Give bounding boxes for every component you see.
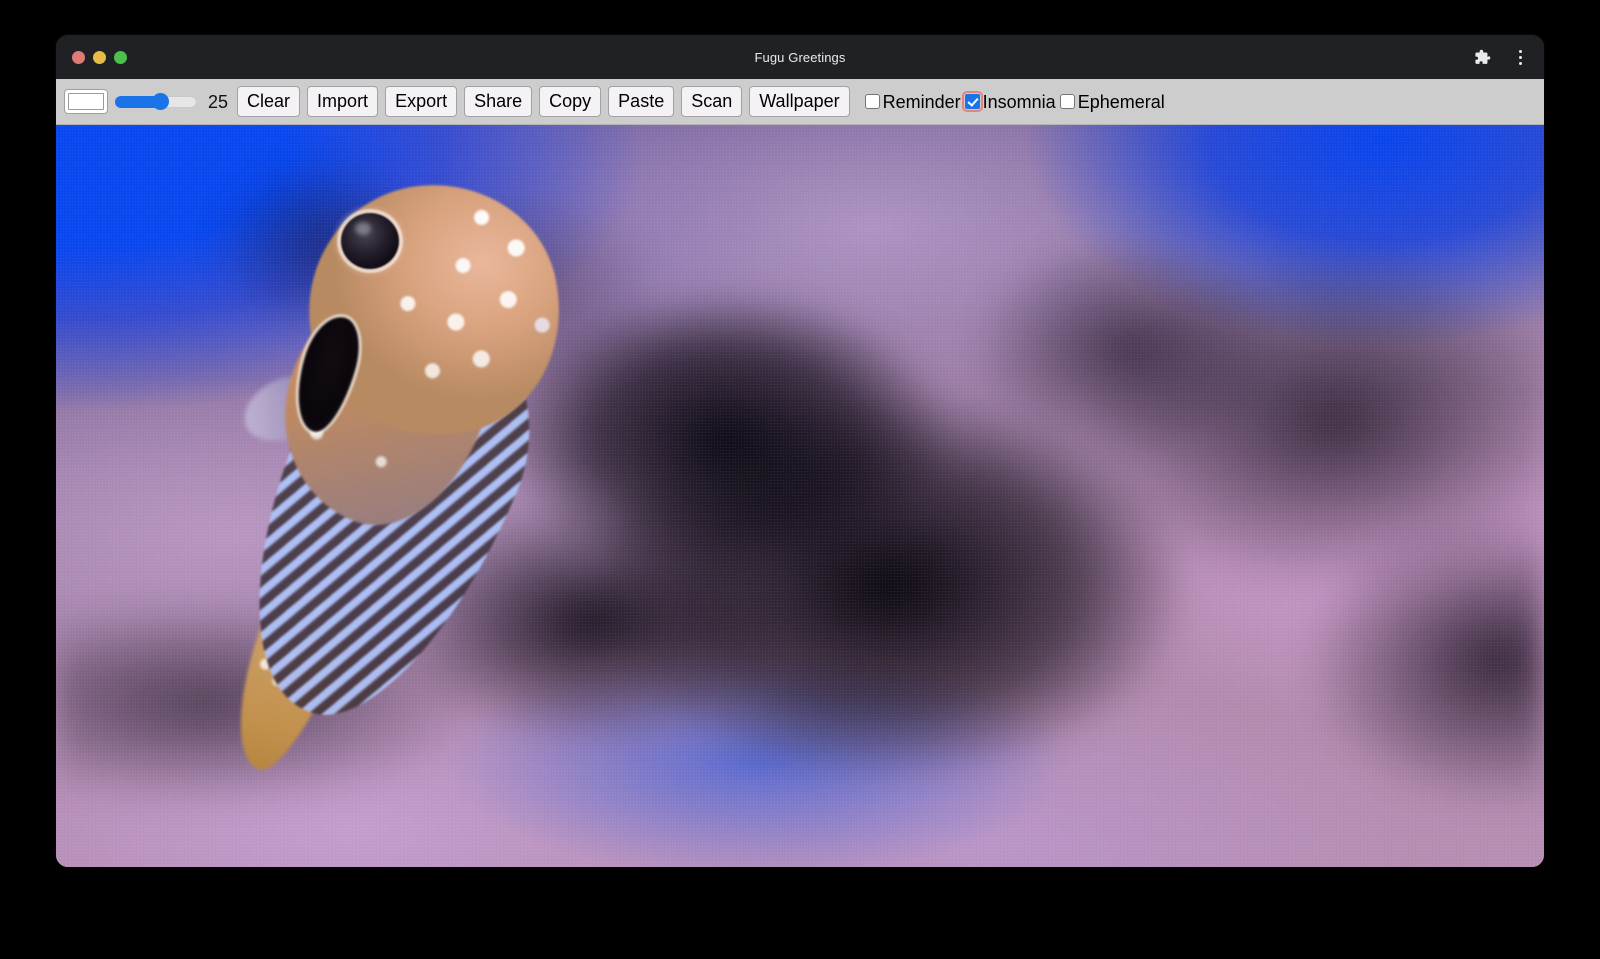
slider-value-label: 25 xyxy=(204,93,230,111)
insomnia-label: Insomnia xyxy=(983,93,1056,111)
line-width-slider[interactable] xyxy=(115,92,197,112)
checkbox-reminder[interactable]: Reminder xyxy=(865,93,961,111)
pufferfish-subject xyxy=(231,185,591,785)
paste-button[interactable]: Paste xyxy=(608,86,674,117)
close-window-button[interactable] xyxy=(72,51,85,64)
checkbox-insomnia[interactable]: Insomnia xyxy=(965,93,1056,111)
browser-window: Fugu Greetings xyxy=(56,35,1544,867)
wallpaper-button[interactable]: Wallpaper xyxy=(749,86,849,117)
export-button[interactable]: Export xyxy=(385,86,457,117)
title-bar: Fugu Greetings xyxy=(56,35,1544,79)
minimize-window-button[interactable] xyxy=(93,51,106,64)
color-picker-swatch xyxy=(68,93,104,110)
reminder-label: Reminder xyxy=(883,93,961,111)
more-menu-icon[interactable] xyxy=(1510,47,1530,67)
ephemeral-label: Ephemeral xyxy=(1078,93,1165,111)
insomnia-checkbox-box[interactable] xyxy=(965,94,980,109)
checkbox-ephemeral[interactable]: Ephemeral xyxy=(1060,93,1165,111)
app-toolbar: 25 Clear Import Export Share Copy Paste … xyxy=(56,79,1544,125)
window-title: Fugu Greetings xyxy=(56,50,1544,65)
photo-canvas[interactable] xyxy=(56,125,1544,867)
import-button[interactable]: Import xyxy=(307,86,378,117)
reminder-checkbox-box[interactable] xyxy=(865,94,880,109)
screenshot-root: Fugu Greetings xyxy=(0,0,1600,959)
copy-button[interactable]: Copy xyxy=(539,86,601,117)
color-picker-input[interactable] xyxy=(64,89,108,114)
ephemeral-checkbox-box[interactable] xyxy=(1060,94,1075,109)
share-button[interactable]: Share xyxy=(464,86,532,117)
window-controls xyxy=(56,51,127,64)
toolbar-checkbox-group: Reminder Insomnia Ephemeral xyxy=(865,93,1169,111)
maximize-window-button[interactable] xyxy=(114,51,127,64)
scan-button[interactable]: Scan xyxy=(681,86,742,117)
slider-thumb[interactable] xyxy=(152,93,169,110)
titlebar-actions xyxy=(1472,35,1530,79)
fish-eye xyxy=(341,213,399,269)
clear-button[interactable]: Clear xyxy=(237,86,300,117)
extensions-icon[interactable] xyxy=(1472,47,1492,67)
